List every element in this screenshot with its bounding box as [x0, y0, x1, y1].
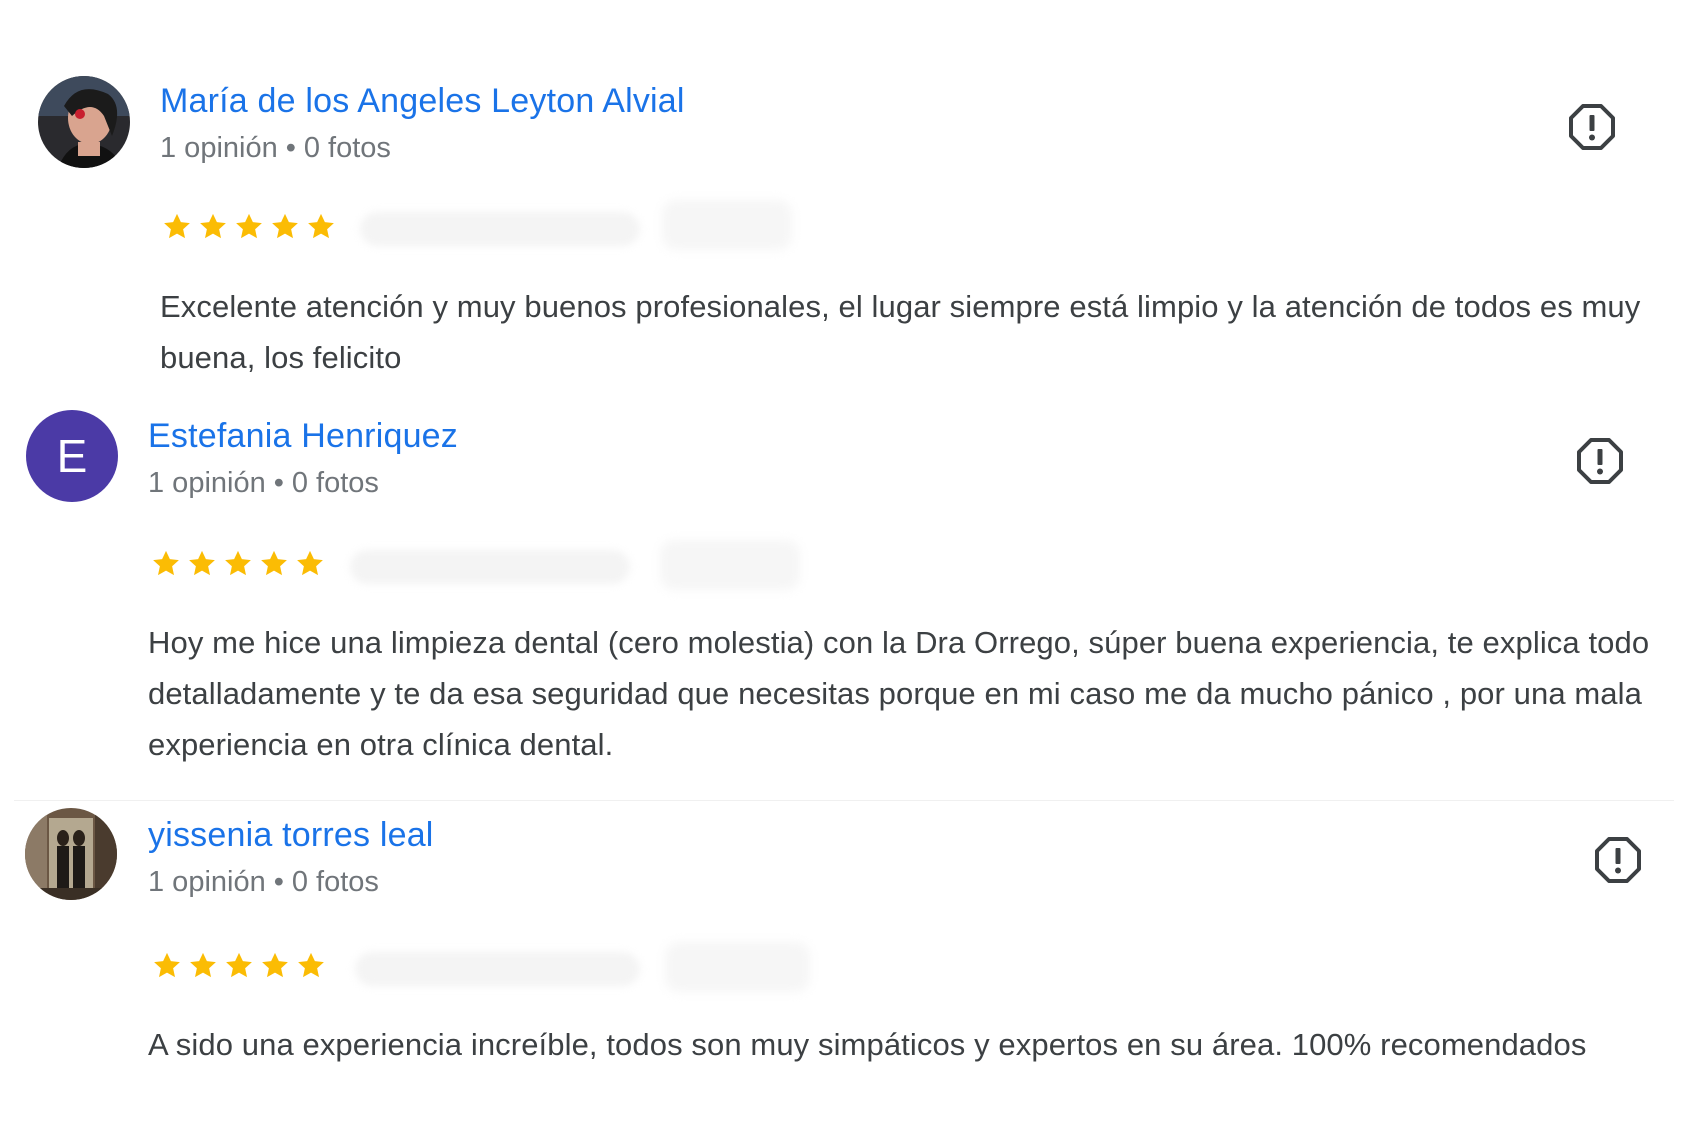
report-review-button[interactable]	[1594, 836, 1642, 884]
star-rating	[151, 549, 325, 579]
reviewer-name[interactable]: yissenia torres leal	[148, 816, 434, 855]
review-text: Hoy me hice una limpieza dental (cero mo…	[148, 625, 1650, 762]
reviews-count: 1 opinión	[148, 467, 266, 499]
reviewer-avatar[interactable]: E	[26, 410, 118, 502]
star-icon	[154, 952, 180, 978]
photos-count: 0 fotos	[291, 866, 379, 898]
star-icon	[164, 213, 190, 239]
reviewer-photo-icon	[38, 76, 130, 168]
review-text: Excelente atención y muy buenos profesio…	[160, 289, 1641, 375]
report-review-button[interactable]	[1568, 103, 1616, 151]
photos-count: 0 fotos	[291, 467, 379, 499]
review-text: A sido una experiencia increíble, todos …	[148, 1027, 1587, 1062]
reviewer-meta: 1 opinión • 0 fotos	[160, 132, 391, 165]
star-icon	[298, 952, 324, 978]
reviewer-name[interactable]: Estefania Henriquez	[148, 417, 458, 456]
star-icon	[226, 952, 252, 978]
star-icon	[236, 213, 262, 239]
reviewer-avatar[interactable]	[25, 808, 117, 900]
review-date-blurred	[355, 952, 640, 986]
reviews-count: 1 opinión	[160, 132, 278, 164]
meta-separator: •	[273, 467, 284, 499]
reviewer-meta: 1 opinión • 0 fotos	[148, 467, 379, 500]
reviewer-name[interactable]: María de los Angeles Leyton Alvial	[160, 82, 685, 121]
review-divider	[14, 800, 1674, 801]
review-date-blurred	[360, 212, 640, 246]
photos-count: 0 fotos	[303, 132, 391, 164]
avatar-letter: E	[56, 430, 88, 482]
star-icon	[190, 952, 216, 978]
star-icon	[189, 550, 215, 576]
report-flag-icon	[1569, 104, 1615, 150]
meta-separator: •	[285, 132, 296, 164]
meta-separator: •	[273, 866, 284, 898]
star-icon	[272, 213, 298, 239]
review-badge-blurred	[665, 942, 810, 992]
report-review-button[interactable]	[1576, 437, 1624, 485]
reviews-panel: María de los Angeles Leyton Alvial 1 opi…	[0, 0, 1688, 1138]
reviewer-avatar[interactable]	[38, 76, 130, 168]
review-date-blurred	[350, 550, 630, 584]
star-icon	[262, 952, 288, 978]
star-icon	[153, 550, 179, 576]
star-icon	[297, 550, 323, 576]
review-badge-blurred	[660, 540, 800, 590]
report-flag-icon	[1595, 837, 1641, 883]
report-flag-icon	[1577, 438, 1623, 484]
star-icon	[261, 550, 287, 576]
reviewer-meta: 1 opinión • 0 fotos	[148, 866, 379, 899]
star-icon	[200, 213, 226, 239]
review-badge-blurred	[662, 200, 792, 250]
reviews-count: 1 opinión	[148, 866, 266, 898]
star-icon	[308, 213, 334, 239]
reviewer-photo-icon	[25, 808, 117, 900]
star-rating	[162, 212, 336, 242]
star-icon	[225, 550, 251, 576]
star-rating	[152, 951, 326, 981]
review-card: María de los Angeles Leyton Alvial 1 opi…	[0, 0, 1688, 380]
